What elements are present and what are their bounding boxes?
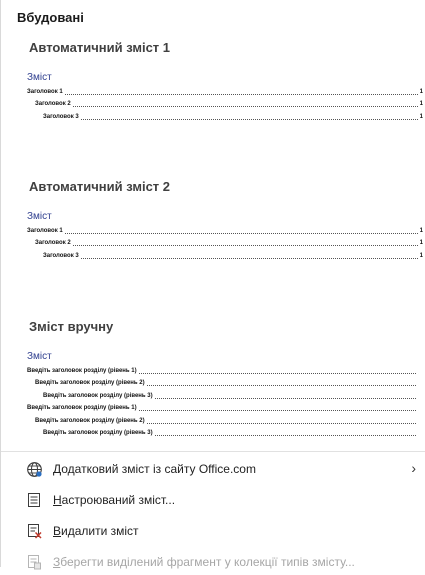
toc-preview-heading: Зміст bbox=[27, 351, 52, 362]
toc-gallery-item-manual[interactable]: Зміст вручну Зміст Введіть заголовок роз… bbox=[11, 319, 416, 443]
toc-dropdown-panel: Вбудовані Автоматичний зміст 1 Зміст Заг… bbox=[0, 0, 425, 570]
more-toc-online-menu-item[interactable]: Додатковий зміст із сайту Office.com › bbox=[1, 456, 425, 482]
save-toc-icon bbox=[25, 553, 43, 571]
toc-gallery-item-automatic-1[interactable]: Автоматичний зміст 1 Зміст Заголовок 11 … bbox=[11, 40, 423, 140]
toc-gallery-item-automatic-2[interactable]: Автоматичний зміст 2 Зміст Заголовок 11 … bbox=[11, 179, 423, 279]
toc-gallery-item-title: Зміст вручну bbox=[29, 319, 114, 334]
chevron-right-icon: › bbox=[411, 460, 416, 476]
toc-gallery-item-title: Автоматичний зміст 2 bbox=[29, 179, 171, 194]
globe-icon bbox=[25, 460, 43, 478]
toc-preview-row: Заголовок 31 bbox=[43, 252, 423, 259]
toc-preview: Зміст Введіть заголовок розділу (рівень … bbox=[27, 351, 416, 439]
custom-toc-icon bbox=[25, 491, 43, 509]
toc-preview-row: Заголовок 11 bbox=[27, 227, 423, 234]
toc-preview-row: Введіть заголовок розділу (рівень 2)5 bbox=[27, 414, 416, 427]
toc-preview-heading: Зміст bbox=[27, 72, 52, 83]
toc-preview-row: Введіть заголовок розділу (рівень 1)4 bbox=[27, 402, 416, 415]
toc-preview-row: Заголовок 21 bbox=[35, 240, 423, 246]
toc-preview-row: Заголовок 11 bbox=[27, 88, 423, 95]
toc-preview-row: Заголовок 31 bbox=[43, 113, 423, 120]
toc-gallery-item-title: Автоматичний зміст 1 bbox=[29, 40, 171, 55]
custom-toc-menu-item[interactable]: Настроюваний зміст... bbox=[1, 487, 425, 513]
toc-preview-row: Введіть заголовок розділу (рівень 3)3 bbox=[27, 389, 416, 402]
toc-menu-footer: Додатковий зміст із сайту Office.com › Н… bbox=[1, 451, 425, 570]
toc-preview: Зміст Заголовок 11 Заголовок 21 Заголово… bbox=[27, 72, 423, 123]
gallery-header: Вбудовані bbox=[17, 10, 84, 25]
remove-toc-icon bbox=[25, 522, 43, 540]
save-selection-to-toc-gallery-menu-item[interactable]: Зберегти виділений фрагмент у колекції т… bbox=[1, 549, 425, 575]
toc-preview-heading: Зміст bbox=[27, 211, 52, 222]
toc-preview-row: Введіть заголовок розділу (рівень 1)1 bbox=[27, 364, 416, 377]
toc-preview-row: Заголовок 21 bbox=[35, 101, 423, 107]
remove-toc-menu-item[interactable]: Видалити зміст bbox=[1, 518, 425, 544]
toc-preview-row: Введіть заголовок розділу (рівень 2)2 bbox=[27, 377, 416, 390]
toc-preview-row: Введіть заголовок розділу (рівень 3)6 bbox=[27, 427, 416, 440]
toc-preview: Зміст Заголовок 11 Заголовок 21 Заголово… bbox=[27, 211, 423, 262]
